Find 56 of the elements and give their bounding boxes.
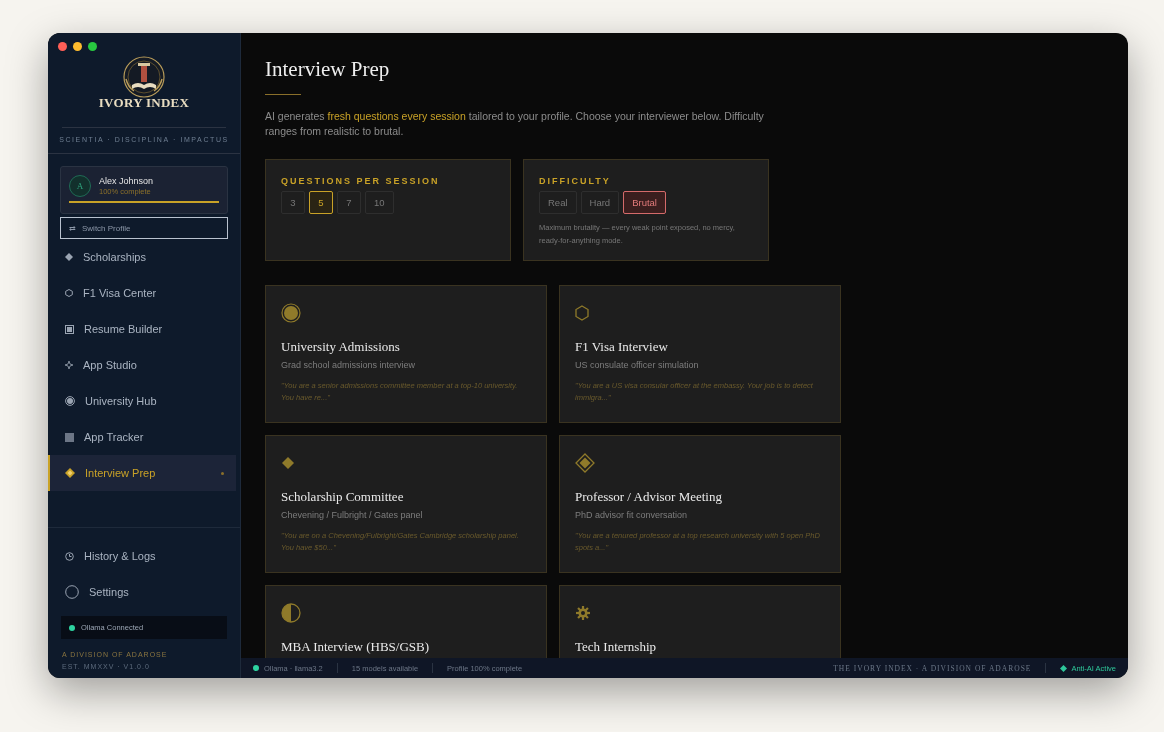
- option-button[interactable]: 5: [309, 191, 333, 214]
- avatar: A: [69, 175, 91, 197]
- nav-item[interactable]: University Hub: [48, 383, 236, 419]
- close-button[interactable]: [58, 42, 67, 51]
- card-subtitle: US consulate officer simulation: [575, 360, 700, 370]
- option-button[interactable]: Real: [539, 191, 577, 214]
- diamond-icon: [65, 468, 75, 478]
- card-title: Tech Internship: [575, 639, 658, 654]
- option-button[interactable]: 3: [281, 191, 305, 214]
- diamond-icon: [575, 453, 595, 473]
- gear-icon: [575, 605, 591, 621]
- card-subtitle: PhD advisor fit conversation: [575, 510, 689, 520]
- nav-item[interactable]: Settings: [48, 574, 236, 610]
- active-dot: [221, 471, 224, 475]
- maximize-button[interactable]: [88, 42, 97, 51]
- option-button[interactable]: 10: [365, 191, 394, 214]
- target-icon: [281, 303, 301, 323]
- card-title: F1 Visa Interview: [575, 339, 669, 354]
- nav-item[interactable]: Resume Builder: [48, 311, 236, 347]
- hexagon-icon: [65, 289, 73, 297]
- interviewer-card[interactable]: Tech Internship: [559, 585, 841, 658]
- square-icon: [65, 432, 74, 442]
- nav-item[interactable]: App Tracker: [48, 419, 236, 455]
- nav-item[interactable]: History & Logs: [48, 538, 236, 574]
- sparkle-icon: [65, 361, 73, 369]
- profile-name: Alex Johnson: [99, 176, 154, 186]
- intro-text: AI generates fresh questions every session tailored to your profile. Choose your interviewer below. Difficulty ranges from realistic to brutal.: [265, 109, 765, 139]
- diamond-icon: [65, 253, 73, 261]
- half-circle-icon: [281, 603, 301, 623]
- page-title: Interview Prep: [265, 57, 391, 82]
- square-icon: [65, 324, 74, 334]
- minimize-button[interactable]: [73, 42, 82, 51]
- option-button[interactable]: 7: [337, 191, 361, 214]
- card-title: University Admissions: [281, 339, 401, 354]
- option-button[interactable]: Hard: [580, 191, 620, 214]
- hexagon-icon: [575, 305, 589, 321]
- card-title: Professor / Advisor Meeting: [575, 489, 723, 504]
- logo-text: IVORY INDEX: [98, 95, 190, 111]
- nav-item[interactable]: F1 Visa Center: [48, 275, 236, 311]
- switch-profile-button[interactable]: ⇄ Switch Profile: [60, 217, 228, 239]
- setting-label: QUESTIONS PER SESSION: [281, 176, 441, 186]
- setting-label: DIFFICULTY: [539, 176, 612, 186]
- card-subtitle: Grad school admissions interview: [281, 360, 417, 370]
- option-button[interactable]: Brutal: [623, 191, 666, 214]
- diamond-icon: [1060, 664, 1068, 672]
- circle-icon: [65, 396, 75, 406]
- card-title: Scholarship Committee: [281, 489, 405, 504]
- nav-item[interactable]: Interview Prep: [48, 455, 236, 491]
- circle-icon: [65, 585, 79, 599]
- nav-item[interactable]: App Studio: [48, 347, 236, 383]
- clock-icon: [65, 551, 74, 561]
- card-title: MBA Interview (HBS/GSB): [281, 639, 431, 654]
- diamond-icon: [281, 456, 295, 470]
- interviewer-card[interactable]: MBA Interview (HBS/GSB): [265, 585, 547, 658]
- nav-item[interactable]: Scholarships: [48, 239, 236, 275]
- card-subtitle: Chevening / Fulbright / Gates panel: [281, 510, 424, 520]
